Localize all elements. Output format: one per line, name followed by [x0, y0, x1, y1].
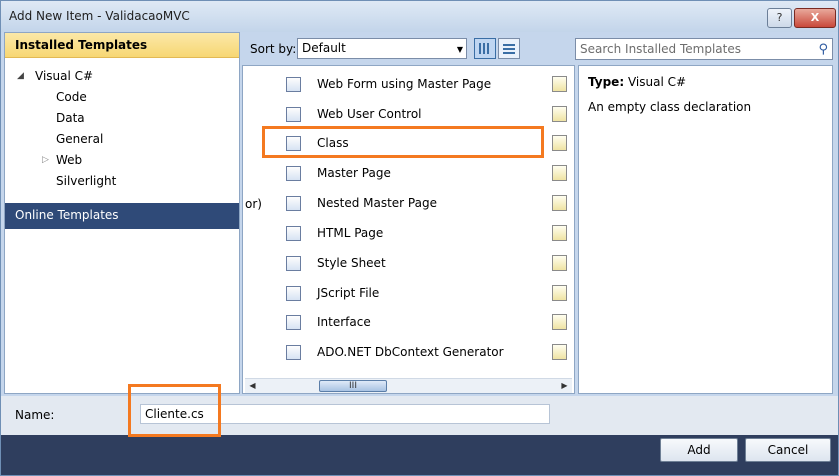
type-row: Type: Visual C#	[588, 75, 686, 89]
list-view-icon	[503, 43, 515, 54]
list-item[interactable]: Interface	[243, 308, 574, 338]
type-label: Type:	[588, 75, 625, 89]
help-button[interactable]: ?	[767, 8, 792, 28]
window-title: Add New Item - ValidacaoMVC	[9, 9, 190, 23]
sort-toolbar: Sort by: Default ▼	[242, 32, 572, 65]
list-item[interactable]: ADO.NET DbContext Generator	[243, 338, 574, 368]
sort-by-label: Sort by:	[250, 42, 297, 56]
tree-item-data[interactable]: Data	[56, 111, 85, 125]
medium-icons-view-button[interactable]	[474, 38, 496, 59]
type-value: Visual C#	[627, 75, 687, 89]
master-page-icon	[286, 166, 301, 181]
csharp-language-icon	[552, 165, 567, 181]
expanded-triangle-icon[interactable]: ◢	[17, 71, 24, 81]
title-bar: Add New Item - ValidacaoMVC ? X	[1, 1, 838, 32]
web-form-icon	[286, 77, 301, 92]
tree-item-web[interactable]: Web	[56, 153, 82, 167]
csharp-language-icon	[552, 255, 567, 271]
list-item[interactable]: Web Form using Master Page	[243, 70, 574, 100]
html-page-icon	[286, 226, 301, 241]
add-new-item-dialog: Add New Item - ValidacaoMVC ? X Installe…	[0, 0, 839, 476]
ado-net-icon	[286, 345, 301, 360]
list-item[interactable]: JScript File	[243, 279, 574, 309]
nested-master-icon	[286, 196, 301, 211]
templates-sidebar: Installed Templates ◢ Visual C# Code Dat…	[4, 32, 240, 394]
csharp-language-icon	[552, 314, 567, 330]
scroll-right-icon[interactable]: ▶	[557, 379, 572, 393]
jscript-icon	[286, 286, 301, 301]
cancel-button[interactable]: Cancel	[745, 438, 831, 462]
csharp-language-icon	[552, 195, 567, 211]
list-item-label: Style Sheet	[317, 256, 386, 270]
csharp-language-icon	[552, 225, 567, 241]
list-item[interactable]: HTML Page	[243, 219, 574, 249]
user-control-icon	[286, 107, 301, 122]
tree-item-general[interactable]: General	[56, 132, 103, 146]
list-item[interactable]: Style Sheet	[243, 249, 574, 279]
dropdown-arrow-icon: ▼	[456, 45, 463, 54]
search-icon[interactable]: ⚲	[818, 42, 828, 57]
installed-templates-header[interactable]: Installed Templates	[5, 33, 239, 58]
interface-icon	[286, 315, 301, 330]
list-item-label: Nested Master Page	[317, 196, 437, 210]
search-placeholder: Search Installed Templates	[580, 42, 741, 56]
list-item-label: ADO.NET DbContext Generator	[317, 345, 504, 359]
add-button[interactable]: Add	[660, 438, 738, 462]
clipped-text: or)	[245, 197, 262, 211]
grid-view-icon	[479, 43, 491, 54]
csharp-language-icon	[552, 135, 567, 151]
template-list: Web Form using Master Page Web User Cont…	[242, 65, 575, 394]
list-item-label: JScript File	[317, 286, 380, 300]
scroll-thumb[interactable]: III	[319, 380, 387, 392]
search-input[interactable]: Search Installed Templates ⚲	[575, 38, 833, 60]
style-sheet-icon	[286, 256, 301, 271]
list-item-label: Web Form using Master Page	[317, 77, 492, 91]
description: An empty class declaration	[588, 100, 752, 114]
list-view-button[interactable]	[498, 38, 520, 59]
sort-select-value: Default	[302, 41, 346, 55]
csharp-language-icon	[552, 106, 567, 122]
sort-select[interactable]: Default ▼	[297, 38, 467, 59]
list-item[interactable]: Nested Master Page	[243, 189, 574, 219]
collapsed-triangle-icon[interactable]: ▷	[42, 155, 49, 165]
tree-item-silverlight[interactable]: Silverlight	[56, 174, 116, 188]
tree-item-code[interactable]: Code	[56, 90, 87, 104]
csharp-language-icon	[552, 285, 567, 301]
list-item-label: Web User Control	[317, 107, 422, 121]
tree-item-visual-csharp[interactable]: Visual C#	[35, 69, 93, 83]
name-row: Name: Cliente.cs	[1, 396, 838, 435]
list-item-label: Interface	[317, 315, 371, 329]
name-label: Name:	[15, 408, 55, 422]
close-button[interactable]: X	[794, 8, 836, 28]
list-item[interactable]: Master Page	[243, 159, 574, 189]
csharp-language-icon	[552, 344, 567, 360]
horizontal-scrollbar[interactable]: ◀ III ▶	[245, 378, 572, 393]
list-item-label: HTML Page	[317, 226, 384, 240]
list-item-label: Master Page	[317, 166, 391, 180]
csharp-language-icon	[552, 76, 567, 92]
online-templates-item[interactable]: Online Templates	[5, 203, 239, 229]
scroll-left-icon[interactable]: ◀	[245, 379, 260, 393]
class-highlight-annotation	[262, 126, 544, 158]
details-panel: Type: Visual C# An empty class declarati…	[578, 65, 833, 394]
name-highlight-annotation	[128, 384, 221, 437]
